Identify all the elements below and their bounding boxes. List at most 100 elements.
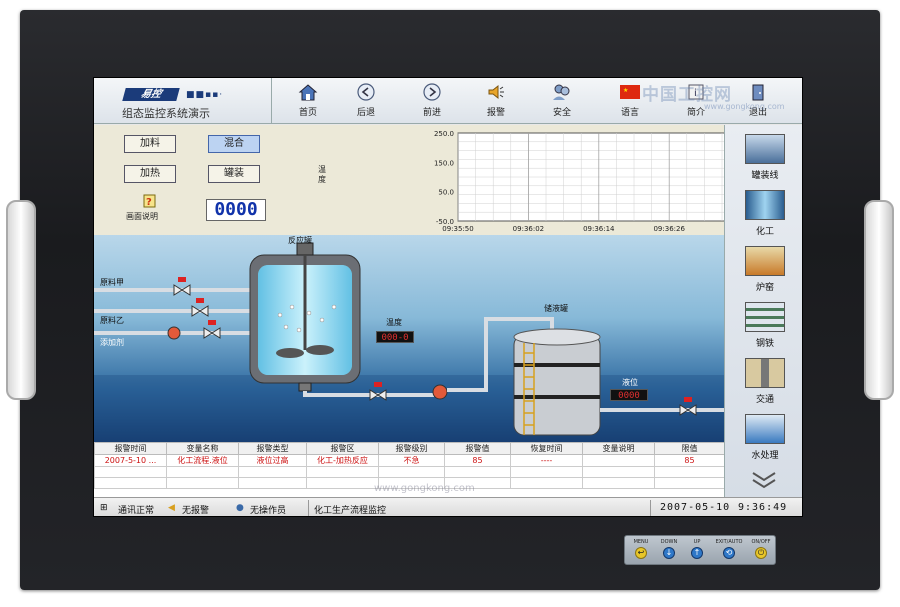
right-handle xyxy=(864,200,894,400)
table-row[interactable]: 2007-5-10 ... 化工流程.液位 液位过高 化工-加热反应 不急 85… xyxy=(94,454,725,467)
down-key-icon: ↓ xyxy=(663,547,675,559)
y-tick-label: 150.0 xyxy=(434,159,454,167)
temperature-trend: 温度 250.0 150.0 50.0 -50.0 09:35:50 09:36:02 09… xyxy=(314,125,724,235)
col-header: 变量名称 xyxy=(166,442,239,455)
line-a-label: 原料甲 xyxy=(100,278,124,287)
app-title: 组态监控系统演示 xyxy=(122,107,210,120)
exit-auto-key-icon: ⟲ xyxy=(723,547,735,559)
y-tick-label: 250.0 xyxy=(434,130,454,138)
back-arrow-icon xyxy=(357,83,375,101)
network-icon: ⊞ xyxy=(100,503,108,513)
menu-key-icon: ↩ xyxy=(635,547,647,559)
sidebar-item-traffic[interactable]: 交通 xyxy=(725,355,802,411)
x-tick-label: 09:35:50 xyxy=(442,225,473,233)
valve-a[interactable] xyxy=(173,277,191,296)
svg-text:?: ? xyxy=(146,197,152,208)
up-key-icon: ↑ xyxy=(691,547,703,559)
forward-button[interactable]: 前进 xyxy=(404,82,460,122)
sidebar-item-kiln[interactable]: 炉窑 xyxy=(725,243,802,299)
table-cell: ---- xyxy=(510,454,583,467)
table-cell: 85 xyxy=(654,454,725,467)
table-cell: 不急 xyxy=(378,454,445,467)
process-diagram: 反应罐 储液罐 原料甲 原料乙 添加剂 温度 000-0 液位 0000 xyxy=(94,235,724,442)
col-header: 报警级别 xyxy=(378,442,445,455)
storage-label: 储液罐 xyxy=(544,304,568,313)
svg-text:★: ★ xyxy=(623,87,628,94)
temp-display: 000-0 xyxy=(376,331,414,343)
top-toolbar: 易控 ■■▪▪· 组态监控系统演示 首页 后退 前进 报警 安全 ★ 语言 i … xyxy=(94,78,802,124)
home-button[interactable]: 首页 xyxy=(280,82,336,122)
sidebar-item-steel[interactable]: 钢铁 xyxy=(725,299,802,355)
table-cell xyxy=(582,454,655,467)
alarm-status: 无报警 xyxy=(182,506,210,516)
alarm-header-row: 报警时间 变量名称 报警类型 报警区 报警级别 报警值 恢复时间 变量说明 限值 xyxy=(94,442,725,455)
col-header: 报警类型 xyxy=(238,442,307,455)
power-key-icon: ⏻ xyxy=(755,547,767,559)
china-flag-icon: ★ xyxy=(620,85,640,99)
date-display: 2007-05-10 xyxy=(660,502,731,513)
logo-mark: 易控 xyxy=(122,88,180,101)
alarm-table: 报警时间 变量名称 报警类型 报警区 报警级别 报警值 恢复时间 变量说明 限值… xyxy=(94,442,725,497)
col-header: 报警值 xyxy=(444,442,511,455)
back-button[interactable]: 后退 xyxy=(338,82,394,122)
feed-button[interactable]: 加料 xyxy=(124,135,176,153)
exit-door-icon xyxy=(752,84,764,101)
col-header: 报警时间 xyxy=(94,442,167,455)
hmi-screen: 易控 ■■▪▪· 组态监控系统演示 首页 后退 前进 报警 安全 ★ 语言 i … xyxy=(93,77,803,517)
scene-sidebar: 罐装线 化工 炉窑 钢铁 交通 水处理 xyxy=(724,125,802,497)
table-cell: 化工-加热反应 xyxy=(306,454,379,467)
filling-line-thumbnail xyxy=(745,134,785,164)
col-header: 报警区 xyxy=(306,442,379,455)
alarm-status-icon: ◀ xyxy=(168,503,175,513)
fill-button[interactable]: 罐装 xyxy=(208,165,260,183)
sidebar-item-filling-line[interactable]: 罐装线 xyxy=(725,131,802,187)
transfer-pump[interactable] xyxy=(432,384,448,400)
traffic-thumbnail xyxy=(745,358,785,388)
up-key[interactable]: UP ↑ xyxy=(683,539,711,559)
logo-dots: ■■▪▪· xyxy=(186,90,224,100)
users-icon xyxy=(553,84,570,100)
down-key[interactable]: DOWN ↓ xyxy=(655,539,683,559)
valve-b[interactable] xyxy=(191,298,209,317)
time-display: 9:36:49 xyxy=(738,502,788,513)
col-header: 限值 xyxy=(654,442,725,455)
x-tick-label: 09:36:14 xyxy=(583,225,615,233)
additive-pump[interactable] xyxy=(167,326,181,340)
level-display: 0000 xyxy=(610,389,648,401)
status-divider xyxy=(308,500,309,516)
col-header: 变量说明 xyxy=(582,442,655,455)
help-icon[interactable]: ? xyxy=(142,193,158,209)
counter-display: 0000 xyxy=(206,199,266,221)
table-row xyxy=(94,466,725,478)
temp-label: 温度 xyxy=(386,318,402,327)
steel-thumbnail xyxy=(745,302,785,332)
menu-key[interactable]: MENU ↩ xyxy=(627,539,655,559)
app-logo: 易控 ■■▪▪· 组态监控系统演示 xyxy=(94,78,272,124)
heat-button[interactable]: 加热 xyxy=(124,165,176,183)
line-c-label: 添加剂 xyxy=(100,338,124,347)
table-watermark: www.gongkong.com xyxy=(374,483,475,494)
power-key[interactable]: ON/OFF ⏻ xyxy=(747,539,775,559)
y-tick-label: 50.0 xyxy=(438,189,454,197)
security-button[interactable]: 安全 xyxy=(534,82,590,122)
status-divider xyxy=(650,500,651,516)
col-header: 恢复时间 xyxy=(510,442,583,455)
operator-icon: ● xyxy=(236,503,244,513)
x-tick-label: 09:36:02 xyxy=(513,225,544,233)
operator-status: 无操作员 xyxy=(250,506,287,516)
control-panel: 加料 混合 加热 罐装 ? 画面说明 0000 xyxy=(94,125,314,235)
valve-c[interactable] xyxy=(203,320,221,339)
x-tick-label: 09:36:26 xyxy=(653,225,685,233)
hardware-key-panel: MENU ↩ DOWN ↓ UP ↑ EXIT/AUTO ⟲ ON/OFF ⏻ xyxy=(624,535,776,565)
table-cell: 液位过高 xyxy=(238,454,307,467)
trend-chart: 250.0150.050.0-50.009:35:50 09:36:02 09:36… xyxy=(434,130,724,233)
line-b-label: 原料乙 xyxy=(100,316,124,325)
table-cell: 85 xyxy=(444,454,511,467)
exit-auto-key[interactable]: EXIT/AUTO ⟲ xyxy=(715,539,743,559)
scroll-down-icon[interactable] xyxy=(747,470,781,490)
sidebar-item-chemical[interactable]: 化工 xyxy=(725,187,802,243)
alarm-button[interactable]: 报警 xyxy=(468,82,524,122)
mix-button[interactable]: 混合 xyxy=(208,135,260,153)
left-handle xyxy=(6,200,36,400)
sidebar-item-water[interactable]: 水处理 xyxy=(725,411,802,467)
